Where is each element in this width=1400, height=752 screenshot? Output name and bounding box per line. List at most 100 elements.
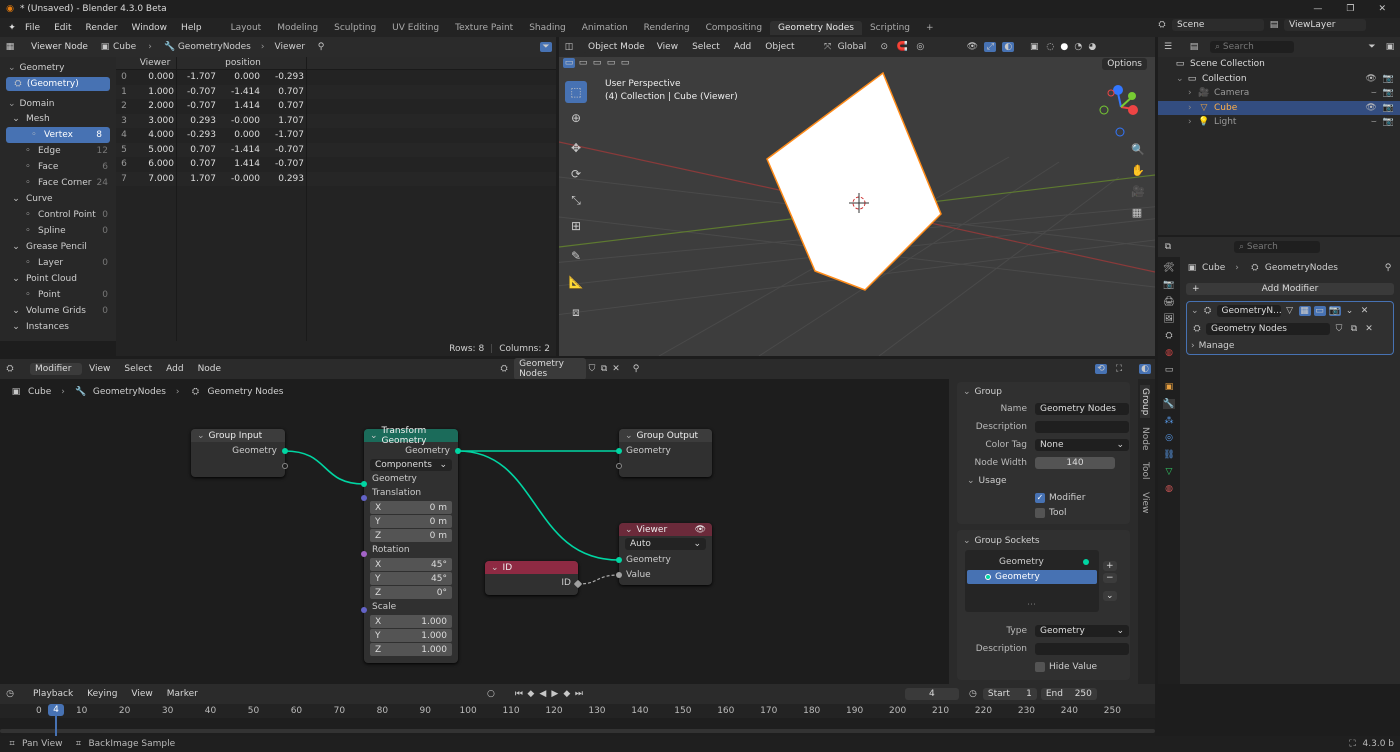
group-input-geometry-socket[interactable]: [282, 448, 288, 454]
node-unlink-icon[interactable]: ✕: [610, 364, 622, 374]
object-mode-dropdown[interactable]: Object Mode: [583, 41, 650, 53]
particles-tab-icon[interactable]: ⁂: [1163, 416, 1175, 426]
xray-icon[interactable]: ▣: [1028, 42, 1040, 52]
tab-modeling[interactable]: Modeling: [269, 21, 326, 35]
physics-tab-icon[interactable]: ◎: [1163, 433, 1175, 443]
node-group-name-field[interactable]: Geometry Nodes: [514, 358, 587, 380]
render-visibility-icon[interactable]: 📷: [1383, 74, 1394, 84]
domain-item-grease-pencil[interactable]: ⌄ Grease Pencil: [0, 239, 116, 255]
viewlayer-selector[interactable]: ViewLayer: [1284, 19, 1366, 31]
scale-y-field[interactable]: Y 1.000: [370, 629, 452, 642]
visibility-eye-icon[interactable]: 👁: [1365, 103, 1376, 113]
visibility-eye-icon[interactable]: ⌣: [1371, 117, 1377, 127]
menu-window[interactable]: Window: [125, 23, 175, 33]
domain-item-point-cloud[interactable]: ⌄ Point Cloud: [0, 271, 116, 287]
zoom-icon[interactable]: 🔍: [1131, 143, 1145, 156]
outliner-editor-type-icon[interactable]: ☰: [1162, 42, 1174, 52]
domain-item-vertex[interactable]: ◦ Vertex 8: [6, 127, 110, 143]
add-socket-button[interactable]: +: [1103, 561, 1117, 571]
column-header-viewer[interactable]: Viewer: [132, 58, 178, 68]
pan-hand-icon[interactable]: ✋: [1131, 164, 1145, 177]
properties-editor-type-icon[interactable]: ⧉: [1162, 242, 1174, 252]
column-header-position[interactable]: position: [178, 58, 308, 68]
tab-rendering[interactable]: Rendering: [636, 21, 698, 35]
domain-item-control-point[interactable]: ◦ Control Point 0: [0, 207, 116, 223]
expand-icon[interactable]: ⌄: [1176, 74, 1186, 84]
domain-item-mesh[interactable]: ⌄ Mesh: [0, 111, 116, 127]
collection-tab-icon[interactable]: ▭: [1163, 365, 1175, 375]
viewer-eye-icon[interactable]: 👁: [695, 525, 706, 535]
transform-geometry-out-socket[interactable]: [455, 448, 461, 454]
current-frame-field[interactable]: 4: [904, 688, 959, 700]
domain-item-point[interactable]: ◦ Point 0: [0, 287, 116, 303]
group-input-node[interactable]: ⌄ Group Input Geometry: [191, 429, 288, 477]
domain-item-edge[interactable]: ◦ Edge 12: [0, 143, 116, 159]
transform-geometry-node[interactable]: ⌄ Transform Geometry Geometry Components ⌄…: [361, 426, 461, 663]
timeline-scrollbar[interactable]: [0, 729, 1155, 733]
menu-render[interactable]: Render: [79, 23, 125, 33]
playhead[interactable]: 4: [48, 704, 64, 716]
id-node[interactable]: ⌄ ID ID: [485, 561, 583, 595]
group-description-field[interactable]: [1035, 421, 1129, 433]
visibility-eye-icon[interactable]: 👁: [1365, 74, 1376, 84]
minimize-icon[interactable]: —: [1313, 4, 1322, 14]
socket-item-output[interactable]: Geometry: [967, 554, 1097, 570]
rotation-y-field[interactable]: Y 45°: [370, 572, 452, 585]
jump-start-icon[interactable]: ⏮: [513, 689, 525, 699]
measure-tool-icon[interactable]: 📐: [565, 271, 587, 293]
node-group-field[interactable]: Geometry Nodes: [1206, 323, 1330, 335]
snap-icon[interactable]: 🧲: [896, 42, 908, 52]
domain-item-volume-grids[interactable]: ⌄ Volume Grids 0: [0, 303, 116, 319]
viewport-editor-type-icon[interactable]: ◫: [563, 42, 575, 52]
expand-icon[interactable]: ›: [1188, 103, 1198, 113]
viewer-domain-dropdown[interactable]: Auto ⌄: [625, 538, 706, 550]
scene-icon[interactable]: ⛭: [1156, 20, 1168, 30]
modifier-collapse-icon[interactable]: ⌄: [1191, 306, 1199, 316]
transform-geometry-in-socket[interactable]: [361, 481, 367, 487]
timeline-menu-playback[interactable]: Playback: [26, 689, 80, 699]
resize-handle-icon[interactable]: ⋯: [1027, 600, 1036, 610]
navigation-gizmo[interactable]: [1099, 85, 1138, 137]
end-frame-field[interactable]: End 250: [1040, 688, 1097, 700]
outliner-filter-icon[interactable]: ⏷: [1366, 42, 1378, 52]
view-layer-tab-icon[interactable]: 🖼: [1163, 314, 1175, 324]
timeline-menu-marker[interactable]: Marker: [160, 689, 205, 699]
rotation-x-field[interactable]: X 45°: [370, 558, 452, 571]
world-tab-icon[interactable]: ◍: [1163, 348, 1175, 358]
output-tab-icon[interactable]: 🖨: [1163, 297, 1175, 307]
node-group-browse-icon[interactable]: ⛭: [498, 364, 510, 374]
transform-tool-icon[interactable]: ⊞: [565, 215, 587, 237]
collapse-icon[interactable]: ⌄: [625, 525, 633, 535]
socket-item-input[interactable]: Geometry: [967, 570, 1097, 584]
socket-type-dropdown[interactable]: Geometry ⌄: [1035, 625, 1129, 637]
group-name-field[interactable]: Geometry Nodes: [1035, 403, 1129, 415]
add-modifier-button[interactable]: + Add Modifier: [1186, 283, 1394, 295]
editor-type-icon[interactable]: ▦: [4, 42, 16, 52]
node-menu-add[interactable]: Add: [159, 364, 190, 374]
timeline-editor-type-icon[interactable]: ◷: [4, 689, 16, 699]
shading-rendered-icon[interactable]: ◕: [1086, 42, 1098, 52]
manage-subpanel[interactable]: › Manage: [1191, 341, 1389, 351]
node-overlay-icon[interactable]: ◐: [1139, 364, 1151, 374]
viewer-node[interactable]: ⌄ Viewer 👁 Auto ⌄ Geometry Value: [616, 523, 712, 585]
constraints-tab-icon[interactable]: ⛓: [1163, 450, 1175, 460]
outliner-item-collection[interactable]: ⌄ ▭ Collection 👁 📷: [1158, 72, 1400, 87]
pin-icon[interactable]: ⚲: [315, 42, 327, 52]
domain-item-face-corner[interactable]: ◦ Face Corner 24: [0, 175, 116, 191]
modifier-checkbox[interactable]: ✓: [1035, 492, 1045, 503]
sidebar-tab-tool[interactable]: Tool: [1140, 459, 1150, 482]
modifier-menu-icon[interactable]: ⌄: [1344, 306, 1356, 316]
fake-user-icon[interactable]: ⛉: [1333, 324, 1345, 334]
properties-pin-icon[interactable]: ⚲: [1382, 263, 1394, 273]
sidebar-tab-view[interactable]: View: [1140, 489, 1150, 516]
node-width-field[interactable]: 140: [1035, 457, 1115, 469]
group-output-empty-socket[interactable]: [616, 463, 622, 469]
move-tool-icon[interactable]: ✥: [565, 137, 587, 159]
domain-item-face[interactable]: ◦ Face 6: [0, 159, 116, 175]
scale-socket[interactable]: [361, 607, 367, 613]
node-menu-node[interactable]: Node: [191, 364, 229, 374]
translation-x-field[interactable]: X0 m: [370, 501, 452, 514]
tab-sculpting[interactable]: Sculpting: [326, 21, 384, 35]
geometry-item[interactable]: ⛭ (Geometry): [6, 77, 110, 91]
viewport-menu-add[interactable]: Add: [727, 42, 758, 52]
